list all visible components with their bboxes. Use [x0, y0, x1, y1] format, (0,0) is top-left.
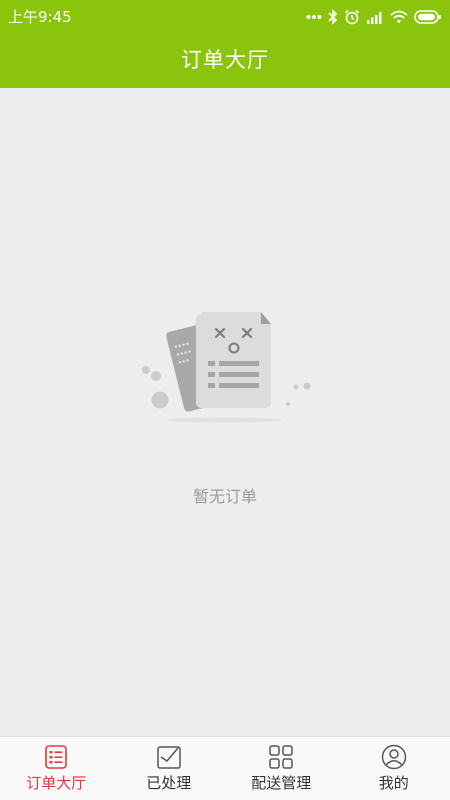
tab-label: 订单大厅 — [26, 774, 87, 792]
tab-delivery-management[interactable]: 配送管理 — [225, 737, 338, 800]
tab-processed[interactable]: 已处理 — [113, 737, 226, 800]
bluetooth-icon — [328, 9, 338, 25]
status-icons — [306, 6, 442, 28]
page-title: 订单大厅 — [181, 48, 269, 72]
tab-label: 我的 — [378, 774, 409, 792]
tab-label: 配送管理 — [251, 774, 312, 792]
tab-label: 已处理 — [146, 774, 192, 792]
header: 订单大厅 — [0, 33, 450, 88]
wifi-icon — [390, 10, 408, 24]
status-time: 上午9:45 — [8, 8, 72, 26]
tab-mine[interactable]: 我的 — [338, 737, 450, 800]
empty-message: 暂无订单 — [192, 487, 257, 506]
alarm-icon — [344, 9, 360, 25]
empty-document-icon — [130, 300, 320, 430]
bottom-tab-bar: 订单大厅 已处理 配送管理 我的 — [0, 736, 450, 800]
user-icon — [381, 744, 407, 770]
order-list-icon — [43, 744, 69, 770]
battery-icon — [414, 10, 442, 24]
processed-icon — [156, 744, 182, 770]
tab-order-hall[interactable]: 订单大厅 — [0, 737, 113, 800]
more-dots-icon — [306, 14, 322, 20]
grid-icon — [268, 744, 294, 770]
status-bar: 上午9:45 — [0, 0, 450, 33]
signal-icon — [366, 10, 384, 24]
